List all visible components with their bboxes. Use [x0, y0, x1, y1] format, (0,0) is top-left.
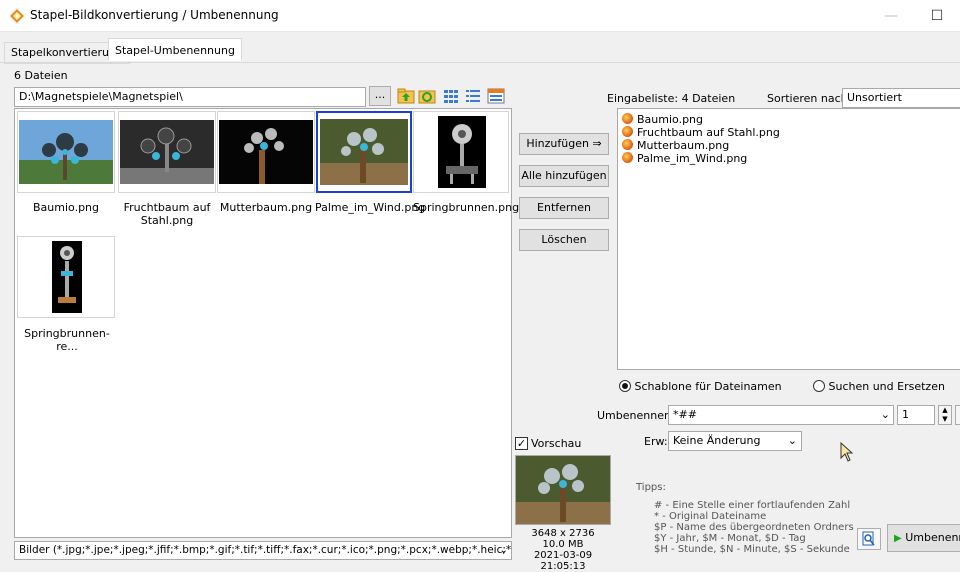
thumbnail-item[interactable]: [413, 111, 509, 193]
tip-line: $H - Stunde, $N - Minute, $S - Sekunde: [654, 544, 850, 555]
extension-label: Erw:: [644, 435, 668, 448]
thumbnail-image: [19, 120, 113, 184]
extra-spinner-edge[interactable]: [955, 405, 960, 425]
thumbnail-image: [52, 241, 82, 313]
add-button[interactable]: Hinzufügen ⇒: [519, 133, 609, 155]
thumbnail-list[interactable]: Baumio.png Fruchtbaum auf Stahl.png Mutt…: [14, 108, 520, 538]
thumbnail-image: [320, 119, 408, 185]
input-list-label: Eingabeliste: 4 Dateien: [607, 92, 735, 105]
tip-line: # - Eine Stelle einer fortlaufenden Zahl: [654, 500, 851, 511]
rename-button-label: Umbenenne: [905, 531, 960, 544]
browse-button[interactable]: ...: [369, 86, 391, 106]
thumbnail-caption: Palme_im_Wind.png: [315, 201, 426, 214]
file-type-filter-value: Bilder (*.jpg;*.jpe;*.jpeg;*.jfif;*.bmp;…: [19, 544, 512, 556]
radio-template[interactable]: Schablone für Dateinamen: [619, 380, 782, 393]
mouse-cursor-icon: [840, 442, 854, 462]
thumbnail-caption: Mutterbaum.png: [219, 201, 313, 214]
app-icon: [10, 9, 24, 23]
tips-list: # - Eine Stelle einer fortlaufenden Zahl…: [654, 500, 854, 555]
file-type-filter-select[interactable]: Bilder (*.jpg;*.jpe;*.jpeg;*.jfif;*.bmp;…: [14, 541, 512, 560]
list-item-label: Fruchtbaum auf Stahl.png: [637, 126, 780, 139]
list-item-label: Mutterbaum.png: [637, 139, 730, 152]
thumbnail-item[interactable]: [17, 236, 115, 318]
maximize-icon: ☐: [930, 8, 944, 24]
thumbnail-image: [120, 120, 214, 184]
input-file-list[interactable]: Baumio.png Fruchtbaum auf Stahl.png Mutt…: [617, 108, 960, 370]
file-count: 6 Dateien: [14, 69, 68, 82]
list-item[interactable]: Palme_im_Wind.png: [622, 152, 956, 165]
chevron-down-icon: ⌄: [787, 434, 797, 447]
thumbnail-caption: Fruchtbaum auf Stahl.png: [123, 201, 211, 227]
radio-unselected-icon: [813, 380, 825, 392]
start-number-input[interactable]: 1: [897, 405, 935, 425]
thumbnail-item-selected[interactable]: [316, 111, 412, 193]
maximize-button[interactable]: ☐: [914, 0, 960, 32]
window-title: Stapel-Bildkonvertierung / Umbenennung: [30, 8, 279, 22]
rename-button[interactable]: ▶ Umbenenne: [887, 524, 960, 552]
list-item-label: Palme_im_Wind.png: [637, 152, 748, 165]
tips-label: Tipps:: [636, 482, 666, 493]
radio-selected-icon: [619, 380, 631, 392]
preview-label: Vorschau: [531, 437, 582, 450]
thumbnail-image: [438, 116, 486, 188]
folder-up-icon[interactable]: [397, 87, 415, 105]
input-list-title: Eingabeliste:: [607, 92, 679, 105]
view-list-icon[interactable]: [464, 87, 482, 105]
input-list-count: 4 Dateien: [681, 92, 736, 105]
thumbnail-caption: Springbrunnen.png: [413, 201, 520, 214]
chevron-down-icon: ⌄: [499, 544, 508, 556]
radio-search-label: Suchen und Ersetzen: [828, 380, 945, 393]
remove-button[interactable]: Entfernen: [519, 197, 609, 219]
extension-select[interactable]: Keine Änderung ⌄: [668, 431, 802, 451]
number-spinner[interactable]: ▲ ▼: [938, 405, 952, 425]
list-item[interactable]: Baumio.png: [622, 113, 956, 126]
minimize-icon: —: [884, 8, 898, 24]
delete-button[interactable]: Löschen: [519, 229, 609, 251]
thumbnail-item[interactable]: [17, 111, 115, 193]
preview-image: [515, 455, 611, 525]
minimize-button[interactable]: —: [868, 0, 914, 32]
chevron-down-icon: ⌄: [880, 408, 890, 421]
sort-value: Unsortiert: [847, 91, 902, 104]
preview-checkbox[interactable]: ✓: [515, 437, 528, 450]
sort-label: Sortieren nach:: [767, 92, 852, 105]
preview-date: 2021-03-09 21:05:13: [533, 550, 593, 572]
tip-line: $Y - Jahr, $M - Monat, $D - Tag: [654, 533, 806, 544]
list-item[interactable]: Mutterbaum.png: [622, 139, 956, 152]
folder-path-input[interactable]: D:\Magnetspiele\Magnetspiel\: [14, 87, 366, 107]
view-details-icon[interactable]: [487, 87, 505, 105]
thumbnail-item[interactable]: [217, 111, 315, 193]
image-file-icon: [622, 139, 633, 150]
tab-batch-rename[interactable]: Stapel-Umbenennung: [108, 38, 242, 61]
title-bar: Stapel-Bildkonvertierung / Umbenennung —…: [0, 0, 960, 32]
preview-thumbnail: [516, 456, 610, 524]
play-icon: ▶: [894, 533, 902, 544]
list-item-label: Baumio.png: [637, 113, 703, 126]
sort-select[interactable]: Unsortiert: [842, 88, 960, 108]
image-file-icon: [622, 126, 633, 137]
preview-dimensions: 3648 x 2736: [531, 528, 595, 539]
tip-line: $P - Name des übergeordneten Ordners: [654, 522, 854, 533]
preview-info: 3648 x 2736 10.0 MB 2021-03-09 21:05:13: [510, 528, 616, 572]
list-item[interactable]: Fruchtbaum auf Stahl.png: [622, 126, 956, 139]
image-file-icon: [622, 113, 633, 124]
image-file-icon: [622, 152, 633, 163]
tab-divider: [0, 62, 960, 63]
radio-search-replace[interactable]: Suchen und Ersetzen: [813, 380, 945, 393]
thumbnail-caption: Baumio.png: [33, 201, 99, 214]
preview-icon: [862, 531, 875, 546]
thumbnail-caption: Springbrunnen-re...: [24, 327, 110, 353]
radio-template-label: Schablone für Dateinamen: [634, 380, 782, 393]
rename-template-input[interactable]: *## ⌄: [668, 405, 894, 425]
thumbnail-item[interactable]: [118, 111, 216, 193]
extension-value: Keine Änderung: [673, 434, 761, 447]
add-all-button[interactable]: Alle hinzufügen: [519, 165, 609, 187]
preview-filesize: 10.0 MB: [542, 539, 584, 550]
preview-rename-button[interactable]: [857, 528, 881, 550]
thumbnail-image: [219, 120, 313, 184]
view-thumbnails-icon[interactable]: [442, 87, 460, 105]
rename-template-value: *##: [673, 408, 697, 421]
tip-line: * - Original Dateiname: [654, 511, 767, 522]
refresh-icon[interactable]: [418, 87, 436, 105]
